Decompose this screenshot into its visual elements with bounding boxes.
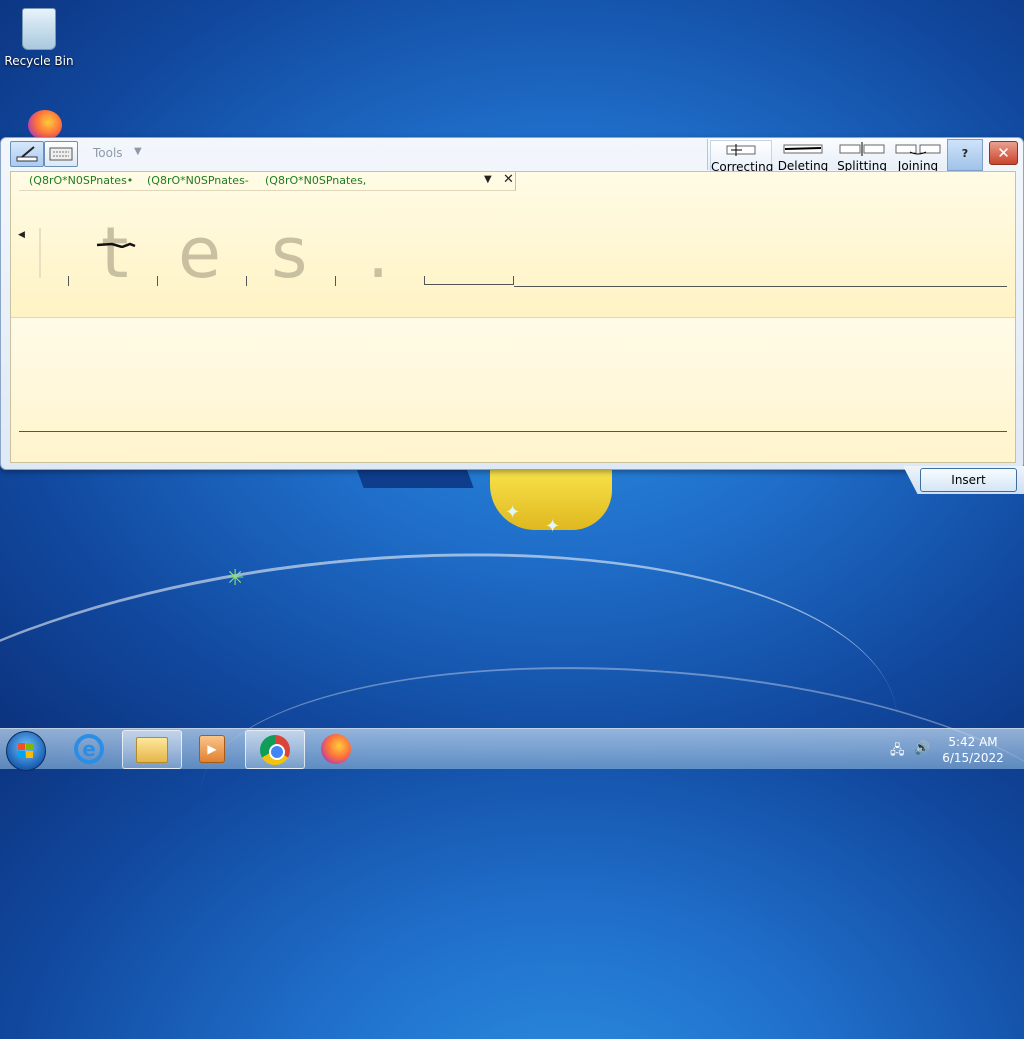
insert-button[interactable]: Insert [920, 468, 1017, 492]
writing-pad[interactable]: (Q8rO*N0SPnates• (Q8rO*N0SPnates- (Q8rO*… [10, 171, 1016, 463]
writing-line-1[interactable]: (Q8rO*N0SPnates• (Q8rO*N0SPnates- (Q8rO*… [11, 172, 1015, 318]
media-player-icon: ▶ [199, 734, 225, 763]
recognized-char[interactable]: . [367, 212, 389, 294]
alternate-item[interactable]: (Q8rO*N0SPnates, [265, 174, 366, 187]
tablet-input-panel: Tools ▼ Correcting Deleting Splitting Jo… [0, 137, 1024, 470]
gesture-joining[interactable]: Joining [888, 140, 948, 173]
gesture-splitting[interactable]: Splitting [832, 140, 892, 173]
help-button[interactable]: ? [947, 139, 983, 171]
alternates-dropdown-icon[interactable]: ▼ [484, 174, 492, 185]
writing-baseline [424, 284, 514, 285]
writing-baseline [514, 286, 1007, 287]
joining-gesture-icon [895, 144, 941, 155]
help-icon: ? [961, 147, 969, 160]
taskbar-item-chrome[interactable] [245, 730, 305, 769]
writing-pad-button[interactable] [10, 141, 44, 167]
taskbar-item-media-player[interactable]: ▶ [183, 730, 241, 767]
desktop-icon-recycle-bin[interactable]: Recycle Bin [4, 8, 74, 68]
tools-menu[interactable]: Tools [93, 146, 123, 160]
wallpaper-sparkle: ✦ [545, 516, 561, 537]
recognized-char[interactable]: s [271, 212, 307, 294]
folder-icon [136, 736, 168, 763]
keyboard-button[interactable] [44, 141, 78, 167]
char-separator [246, 276, 247, 286]
splitting-gesture-icon [839, 142, 885, 156]
desktop-icon-firefox[interactable] [10, 110, 80, 140]
char-slot [39, 228, 41, 278]
writing-line-2[interactable] [11, 318, 1015, 462]
close-icon: ✕ [997, 144, 1010, 162]
char-separator [68, 276, 69, 286]
internet-explorer-icon: e [74, 733, 104, 764]
windows-logo-icon [18, 743, 34, 759]
gesture-correcting[interactable]: Correcting [710, 140, 773, 174]
start-button[interactable] [6, 731, 46, 771]
alternate-item[interactable]: (Q8rO*N0SPnates• [29, 174, 133, 187]
alternate-item[interactable]: (Q8rO*N0SPnates- [147, 174, 249, 187]
char-separator [513, 276, 514, 285]
recycle-bin-icon [22, 8, 56, 50]
chrome-icon [260, 734, 290, 765]
correcting-gesture-icon [726, 144, 756, 156]
close-button[interactable]: ✕ [989, 141, 1018, 165]
deleting-gesture-icon [783, 144, 823, 154]
firefox-icon [28, 110, 62, 140]
chevron-down-icon[interactable]: ▼ [134, 146, 142, 157]
alternates-close-icon[interactable]: ✕ [503, 172, 514, 187]
recognized-char[interactable]: e [178, 212, 221, 294]
gesture-help-bar: Correcting Deleting Splitting Joining [707, 139, 948, 174]
clock-date: 6/15/2022 [942, 751, 1004, 765]
gesture-deleting[interactable]: Deleting [773, 140, 833, 173]
char-separator [157, 276, 158, 286]
recognized-char[interactable]: t [101, 212, 128, 294]
clock-time: 5:42 AM [948, 735, 998, 749]
desktop-icon-label: Recycle Bin [4, 54, 74, 68]
alternates-list: (Q8rO*N0SPnates• (Q8rO*N0SPnates- (Q8rO*… [19, 172, 516, 191]
keyboard-icon [49, 147, 73, 161]
firefox-icon [321, 733, 351, 764]
taskbar-item-firefox[interactable] [307, 730, 365, 767]
wallpaper-logo-blue [356, 468, 474, 488]
clock[interactable]: 5:42 AM 6/15/2022 [934, 734, 1012, 766]
pen-icon [16, 146, 38, 162]
wallpaper-leaf: ✳ [226, 566, 245, 591]
taskbar: e ▶ 🖧 🔊 5:42 AM 6/15/2022 [0, 728, 1024, 771]
wallpaper-sparkle: ✦ [505, 502, 521, 523]
taskbar-item-internet-explorer[interactable]: e [60, 730, 118, 767]
writing-baseline [19, 431, 1007, 432]
ink-stroke [96, 242, 136, 248]
network-icon[interactable]: 🖧 [890, 741, 905, 763]
panel-toolbar: Tools ▼ Correcting Deleting Splitting Jo… [1, 138, 1023, 174]
char-separator [335, 276, 336, 286]
scroll-left-icon[interactable]: ◀ [18, 230, 25, 240]
volume-icon[interactable]: 🔊 [914, 741, 930, 756]
char-separator [424, 276, 425, 285]
taskbar-item-file-explorer[interactable] [122, 730, 182, 769]
